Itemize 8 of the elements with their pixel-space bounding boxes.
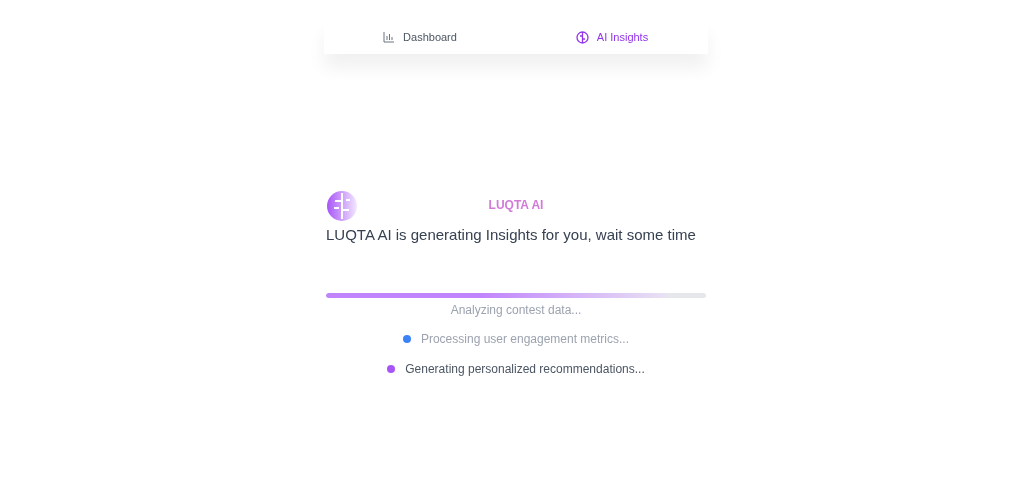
brand-name: LUQTA AI: [488, 197, 544, 214]
tab[interactable]: AI Insights: [516, 20, 708, 54]
bar-chart-icon: [383, 31, 396, 43]
step-text: Generating personalized recommendations...: [405, 360, 645, 378]
tab[interactable]: Dashboard: [324, 20, 516, 54]
step-text: Processing user engagement metrics...: [420, 330, 630, 348]
loading-message: LUQTA AI is generating Insights for you, wait some time: [326, 225, 697, 245]
status-text: Analyzing contest data...: [449, 301, 583, 319]
